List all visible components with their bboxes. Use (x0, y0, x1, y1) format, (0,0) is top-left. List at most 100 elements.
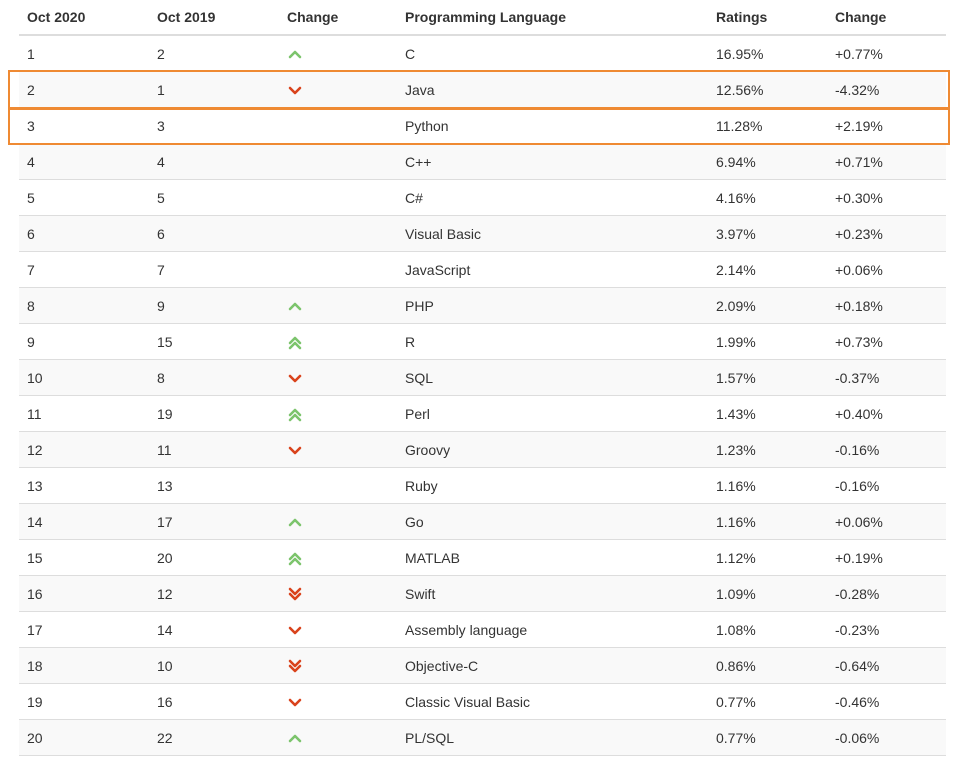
rating-change-value: +0.23% (835, 225, 883, 242)
rating-value: 1.16% (716, 513, 756, 530)
table-row: 9 15 R 1.99% +0.73% (19, 324, 946, 360)
rank-2020: 7 (27, 261, 35, 278)
trend-cell (287, 396, 327, 431)
language-name: SQL (405, 369, 434, 386)
rank-2019: 10 (157, 657, 173, 674)
header-rating-change: Change (835, 9, 887, 25)
chevron-down-icon (287, 694, 303, 710)
rank-2019: 9 (157, 297, 165, 314)
language-name: Objective-C (405, 657, 479, 674)
rank-2020: 18 (27, 657, 43, 674)
rank-2020: 10 (27, 369, 43, 386)
table-row: 20 22 PL/SQL 0.77% -0.06% (19, 720, 946, 756)
rating-change-value: -0.16% (835, 441, 880, 458)
language-name: JavaScript (405, 261, 471, 278)
rating-change-value: -0.28% (835, 585, 880, 602)
rating-change-value: -0.06% (835, 729, 880, 746)
rating-value: 1.57% (716, 369, 756, 386)
rank-2019: 6 (157, 225, 165, 242)
language-name: Groovy (405, 441, 451, 458)
rank-2020: 19 (27, 693, 43, 710)
rating-change-value: +0.71% (835, 153, 883, 170)
header-oct-2019: Oct 2019 (157, 9, 216, 25)
rating-value: 1.23% (716, 441, 756, 458)
trend-cell (287, 360, 327, 395)
language-name: Go (405, 513, 424, 530)
rank-2020: 15 (27, 549, 43, 566)
header-programming-language: Programming Language (405, 9, 567, 25)
ranking-table: Oct 2020 Oct 2019 Change Programming Lan… (19, 0, 946, 756)
trend-cell (287, 720, 327, 755)
rating-value: 0.77% (716, 693, 756, 710)
rank-2019: 12 (157, 585, 173, 602)
header-ratings: Ratings (716, 9, 768, 25)
table-row: 13 13 Ruby 1.16% -0.16% (19, 468, 946, 504)
language-name: C# (405, 189, 423, 206)
rank-2019: 5 (157, 189, 165, 206)
double-chevron-up-icon (287, 334, 303, 350)
language-name: Java (405, 81, 435, 98)
trend-cell (287, 216, 327, 251)
language-name: Visual Basic (405, 225, 482, 242)
language-name: Ruby (405, 477, 438, 494)
rank-2020: 20 (27, 729, 43, 746)
language-name: Assembly language (405, 621, 528, 638)
chevron-up-icon (287, 46, 303, 62)
rank-2019: 1 (157, 81, 165, 98)
rank-2019: 15 (157, 333, 173, 350)
table-row: 14 17 Go 1.16% +0.06% (19, 504, 946, 540)
double-chevron-down-icon (287, 586, 303, 602)
chevron-down-icon (287, 82, 303, 98)
header-oct-2020: Oct 2020 (27, 9, 86, 25)
rating-value: 1.16% (716, 477, 756, 494)
rank-2019: 11 (157, 441, 172, 458)
rank-2019: 4 (157, 153, 165, 170)
table-row: 5 5 C# 4.16% +0.30% (19, 180, 946, 216)
rank-2019: 19 (157, 405, 173, 422)
language-name: C (405, 45, 416, 62)
table-row: 16 12 Swift 1.09% -0.28% (19, 576, 946, 612)
language-name: C++ (405, 153, 432, 170)
trend-cell (287, 72, 327, 107)
rank-2020: 17 (27, 621, 43, 638)
trend-cell (287, 180, 327, 215)
table-row: 4 4 C++ 6.94% +0.71% (19, 144, 946, 180)
table-row: 1 2 C 16.95% +0.77% (19, 36, 946, 72)
language-name: Python (405, 117, 449, 134)
chevron-up-icon (287, 298, 303, 314)
double-chevron-up-icon (287, 550, 303, 566)
rating-value: 11.28% (716, 117, 763, 134)
trend-cell (287, 288, 327, 323)
language-name: MATLAB (405, 549, 460, 566)
rating-value: 12.56% (716, 81, 764, 98)
rank-2019: 8 (157, 369, 165, 386)
rank-2019: 22 (157, 729, 173, 746)
rank-2019: 13 (157, 477, 173, 494)
chevron-down-icon (287, 622, 303, 638)
rank-2020: 8 (27, 297, 35, 314)
rating-value: 2.14% (716, 261, 756, 278)
rank-2019: 2 (157, 45, 165, 62)
table-row: 10 8 SQL 1.57% -0.37% (19, 360, 946, 396)
chevron-down-icon (287, 442, 303, 458)
table-row: 19 16 Classic Visual Basic 0.77% -0.46% (19, 684, 946, 720)
table-row: 6 6 Visual Basic 3.97% +0.23% (19, 216, 946, 252)
rank-2020: 14 (27, 513, 43, 530)
rating-change-value: +0.30% (835, 189, 883, 206)
trend-cell (287, 576, 327, 611)
rank-2019: 7 (157, 261, 165, 278)
rating-change-value: +0.18% (835, 297, 883, 314)
rank-2020: 1 (27, 45, 35, 62)
rating-change-value: +0.73% (835, 333, 883, 350)
rating-value: 1.12% (716, 549, 756, 566)
table-body: 1 2 C 16.95% +0.77% 2 1 Java 12.56% -4.32% 3 3 Pytho… (19, 36, 946, 756)
trend-cell (287, 144, 327, 179)
rank-2019: 16 (157, 693, 173, 710)
table-row: 11 19 Perl 1.43% +0.40% (19, 396, 946, 432)
rating-change-value: +0.06% (835, 513, 883, 530)
table-row: 3 3 Python 11.28% +2.19% (19, 108, 946, 144)
trend-cell (287, 468, 327, 503)
header-change: Change (287, 9, 339, 25)
rating-change-value: +0.06% (835, 261, 883, 278)
rating-change-value: +0.77% (835, 45, 883, 62)
